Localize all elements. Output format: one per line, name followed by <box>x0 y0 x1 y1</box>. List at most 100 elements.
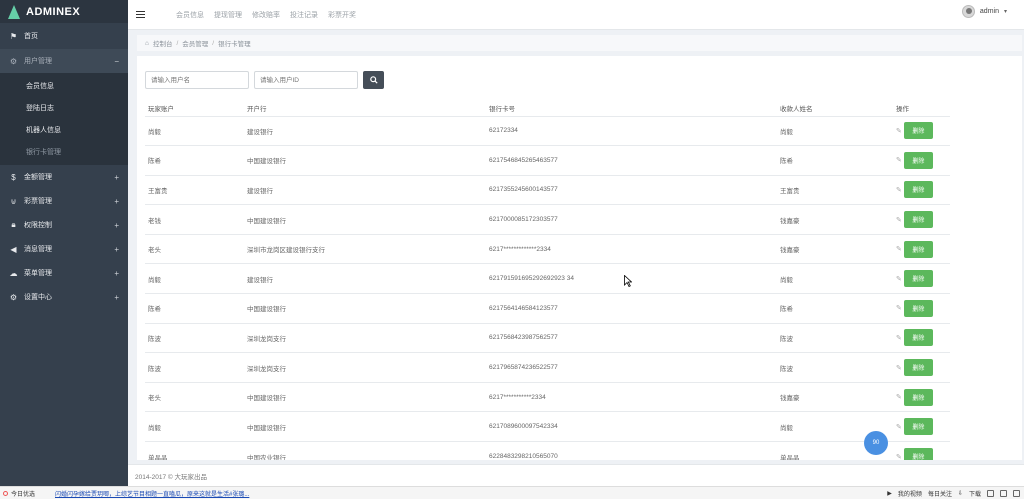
collapse-icon: − <box>114 56 119 66</box>
news-ticker-link[interactable]: 闪婚闪孕嫁给贾玥唧，上综艺节目相题一直嗑瓜，原来这就是生活#张璐... <box>55 489 249 498</box>
sidebar-item-message-mgmt[interactable]: ◀ 消息管理 + <box>0 237 128 261</box>
edit-icon[interactable]: ✎ <box>896 245 902 253</box>
delete-button[interactable]: 删除 <box>903 448 933 460</box>
table-row: 陈波 深圳龙岗支行 6217568423987562577 陈波 ✎ 删除 <box>145 322 950 353</box>
window-icon[interactable] <box>987 489 994 497</box>
flag-icon: ⚑ <box>9 31 18 41</box>
cell-bank: 中国建设银行 <box>244 204 486 235</box>
cell-actions: ✎ 删除 <box>893 263 950 294</box>
sidebar-item-lottery-mgmt[interactable]: ⊍ 彩票管理 + <box>0 189 128 213</box>
delete-button[interactable]: 删除 <box>903 299 933 317</box>
username-search-input[interactable] <box>145 71 249 89</box>
edit-icon[interactable]: ✎ <box>896 304 902 312</box>
delete-button[interactable]: 删除 <box>903 181 933 199</box>
user-menu[interactable]: admin ▾ <box>961 5 1007 18</box>
sidebar-item-permission[interactable]: 🔒︎ 权限控制 + <box>0 213 128 237</box>
cell-bank: 中国农业银行 <box>244 441 486 460</box>
brand-logo[interactable]: ADMINEX <box>0 0 128 23</box>
expand-icon: + <box>114 172 119 182</box>
edit-icon[interactable]: ✎ <box>896 364 902 372</box>
status-left[interactable]: 今日优选 <box>0 489 55 498</box>
breadcrumb-separator: / <box>212 39 215 47</box>
cell-actions: ✎ 删除 <box>893 381 950 412</box>
delete-button[interactable]: 删除 <box>903 270 933 288</box>
table-body: 尚毅 建设银行 62172334 尚毅 ✎ 删除 陈希 中国建设银行 6217546845265… <box>145 115 950 460</box>
floating-widget[interactable]: 90 <box>864 431 888 455</box>
top-link-member-info[interactable]: 会员信息 <box>176 10 204 20</box>
cell-player: 尚毅 <box>145 411 244 442</box>
cell-card-no: 6217965874236522577 <box>486 352 777 383</box>
sidebar-item-user-mgmt[interactable]: ⚙ 用户管理 − <box>0 49 128 73</box>
main-panel: 玩家账户 开户行 银行卡号 收款人姓名 操作 尚毅建设银行62172334尚毅✎… <box>137 56 1022 460</box>
edit-icon[interactable]: ✎ <box>896 186 902 194</box>
edit-icon[interactable]: ✎ <box>896 275 902 283</box>
cell-actions: ✎ 删除 <box>893 411 950 442</box>
delete-button[interactable]: 删除 <box>903 151 933 169</box>
cell-card-no: 6217089600097542334 <box>486 411 777 442</box>
bullhorn-icon: ◀ <box>10 244 17 254</box>
top-link-odds[interactable]: 修改赔率 <box>252 10 280 20</box>
top-link-bets[interactable]: 投注记录 <box>290 10 318 20</box>
sidebar-sub-item-login-log[interactable]: 登陆日志 <box>0 97 128 119</box>
expand-icon: + <box>114 268 119 278</box>
search-button[interactable] <box>363 71 384 89</box>
cell-player: 单晶晶 <box>145 441 244 460</box>
top-link-lottery-draw[interactable]: 彩票开奖 <box>328 10 356 20</box>
cell-bank: 深圳龙岗支行 <box>244 352 486 383</box>
sidebar-item-settings[interactable]: ⚙ 设置中心 + <box>0 285 128 309</box>
delete-button[interactable]: 删除 <box>903 388 933 406</box>
breadcrumb-item-console[interactable]: 控制台 <box>153 38 173 48</box>
magnet-icon: ⊍ <box>10 196 17 206</box>
sidebar-sub-item-bank-card[interactable]: 银行卡管理 <box>0 141 128 163</box>
table-row: 老头 深圳市龙岗区建设银行支行 6217*************2334 钱嘉豪 ✎ 删… <box>145 233 950 264</box>
cell-bank: 中国建设银行 <box>244 411 486 442</box>
topbar: 会员信息 提现管理 修改赔率 投注记录 彩票开奖 admin ▾ <box>128 0 1024 30</box>
userid-search-input[interactable] <box>254 71 358 89</box>
col-header-actions: 操作 <box>896 106 909 114</box>
sidebar-item-amount-mgmt[interactable]: $ 金额管理 + <box>0 165 128 189</box>
delete-button[interactable]: 删除 <box>903 359 933 377</box>
cell-payee: 尚毅 <box>777 115 893 146</box>
edit-icon[interactable]: ✎ <box>896 216 902 224</box>
sidebar-sub-item-robot-info[interactable]: 机器人信息 <box>0 119 128 141</box>
cell-player: 陈波 <box>145 322 244 353</box>
edit-icon[interactable]: ✎ <box>896 127 902 135</box>
footer: 2014-2017 © 大玩家出品 <box>128 464 1024 486</box>
cell-player: 王富贵 <box>145 174 244 205</box>
breadcrumb-item-bank-card: 银行卡管理 <box>218 41 251 48</box>
edit-icon[interactable]: ✎ <box>896 453 902 460</box>
table-row: 陈希 中国建设银行 621754684526546357​7 陈希 ✎ 删除 <box>145 145 950 176</box>
status-item-video[interactable]: 我的视频 <box>898 489 922 498</box>
sidebar-menu: ⚑ 首页 ⚙ 用户管理 − 会员信息 登陆日志 机器人信息 银行卡管理 $ 金额… <box>0 23 128 309</box>
edit-icon[interactable]: ✎ <box>896 393 902 401</box>
breadcrumb-item-member-mgmt[interactable]: 会员管理 <box>182 38 208 48</box>
edit-icon[interactable]: ✎ <box>896 156 902 164</box>
cell-actions: ✎ 删除 <box>893 233 950 264</box>
cell-payee: 陈波 <box>777 352 893 383</box>
row-actions: ✎ 删除 <box>896 359 950 377</box>
status-item-download[interactable]: 下载 <box>969 489 981 498</box>
status-item-daily[interactable]: 每日关注 <box>928 489 952 498</box>
edit-icon[interactable]: ✎ <box>896 334 902 342</box>
row-actions: ✎ 删除 <box>896 211 950 229</box>
sidebar-item-menu-mgmt[interactable]: ☁ 菜单管理 + <box>0 261 128 285</box>
edit-icon[interactable]: ✎ <box>896 423 902 431</box>
window-icon[interactable] <box>1013 489 1020 497</box>
cell-card-no: 6217564146584123577 <box>486 293 777 324</box>
sidebar-sub-item-member-info[interactable]: 会员信息 <box>0 75 128 97</box>
hamburger-icon[interactable] <box>136 9 145 20</box>
top-link-withdraw[interactable]: 提现管理 <box>214 10 242 20</box>
window-icon[interactable] <box>1000 489 1007 497</box>
delete-button[interactable]: 删除 <box>903 329 933 347</box>
delete-button[interactable]: 删除 <box>903 240 933 258</box>
cell-actions: ✎ 删除 <box>893 115 950 146</box>
expand-icon: + <box>114 244 119 254</box>
search-bar <box>145 71 384 89</box>
sidebar-item-home[interactable]: ⚑ 首页 <box>0 23 128 49</box>
table-row: 陈希 中国建设银行 6217564146584123577 陈希 ✎ 删除 <box>145 293 950 324</box>
delete-button[interactable]: 删除 <box>903 418 933 436</box>
delete-button[interactable]: 删除 <box>903 211 933 229</box>
table-row: 陈波 深圳龙岗支行 6217965874236522577 陈波 ✎ 删除 <box>145 352 950 383</box>
delete-button[interactable]: 删除 <box>903 122 933 140</box>
sidebar-item-label: 金额管理 <box>24 174 52 181</box>
